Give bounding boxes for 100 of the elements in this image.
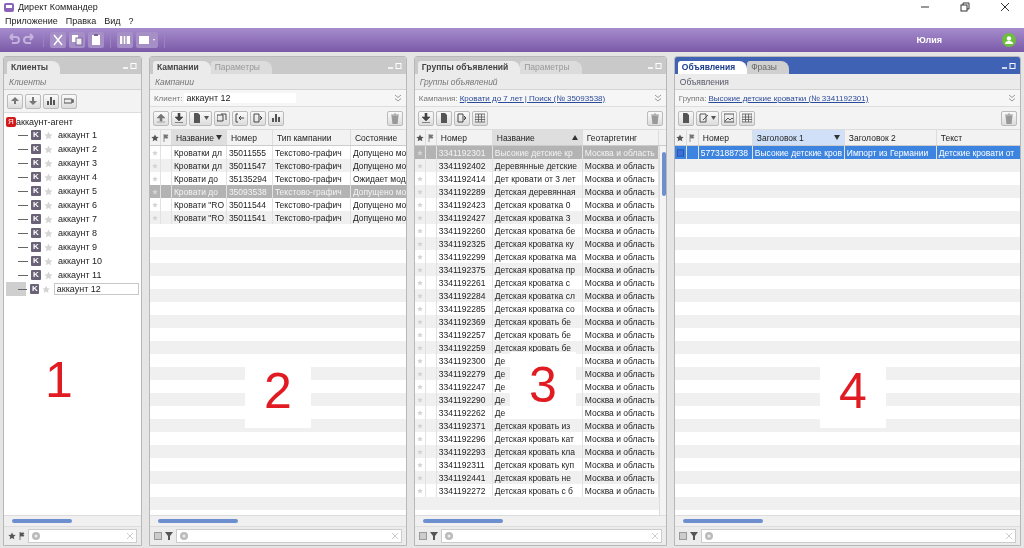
- column-header[interactable]: Состояние: [350, 130, 406, 145]
- toolbar-button[interactable]: [25, 93, 41, 109]
- toolbar-button[interactable]: [43, 93, 59, 109]
- star-icon[interactable]: [151, 161, 158, 170]
- column-header[interactable]: Номер: [436, 130, 493, 145]
- search-field[interactable]: [700, 529, 1016, 543]
- table-row[interactable]: 3341192369 Детская кровать бе Москва и область: [414, 315, 659, 328]
- flag-icon[interactable]: [689, 133, 696, 142]
- search-field[interactable]: [440, 529, 662, 543]
- tree-item[interactable]: аккаунт 11: [56, 270, 104, 280]
- layout-icon[interactable]: [136, 32, 158, 48]
- toolbar-button[interactable]: [61, 93, 77, 109]
- table-row[interactable]: 3341192375 Детская кроватка пр Москва и область: [414, 263, 659, 276]
- cut-icon[interactable]: [50, 32, 66, 48]
- star-icon[interactable]: [676, 133, 685, 142]
- window-controls-icon[interactable]: [1002, 61, 1016, 70]
- checkbox-icon[interactable]: [676, 147, 684, 158]
- status-icon[interactable]: [1002, 33, 1016, 47]
- star-icon[interactable]: [415, 133, 424, 142]
- tree-item[interactable]: аккаунт 9: [56, 242, 100, 252]
- toolbar-button[interactable]: [417, 110, 434, 126]
- toolbar-button[interactable]: [720, 110, 737, 126]
- star-icon[interactable]: [416, 187, 423, 196]
- star-icon[interactable]: [416, 382, 423, 391]
- search-field[interactable]: [175, 529, 402, 543]
- toolbar-button[interactable]: [170, 110, 187, 126]
- tab[interactable]: Группы объявлений: [417, 61, 521, 74]
- context-link[interactable]: Кровати до 7 лет | Поиск (№ 35093538): [459, 93, 606, 103]
- star-icon[interactable]: [44, 200, 53, 210]
- tab[interactable]: Клиенты: [7, 61, 61, 74]
- table-row[interactable]: 3341192289 Детская деревянная Москва и область: [414, 185, 659, 198]
- toolbar-button[interactable]: [188, 110, 212, 126]
- menu-item[interactable]: Приложение: [5, 16, 58, 26]
- search-field[interactable]: [28, 529, 137, 543]
- star-icon[interactable]: [416, 395, 423, 404]
- star-icon[interactable]: [151, 148, 158, 157]
- tree-item[interactable]: аккаунт 1: [56, 130, 100, 140]
- tree-item[interactable]: аккаунт 2: [56, 144, 100, 154]
- star-icon[interactable]: [44, 186, 53, 196]
- star-icon[interactable]: [416, 304, 423, 313]
- star-icon[interactable]: [44, 256, 53, 266]
- star-icon[interactable]: [416, 486, 423, 495]
- star-icon[interactable]: [44, 242, 53, 252]
- toolbar-button[interactable]: [7, 93, 23, 109]
- clear-icon[interactable]: [1006, 533, 1012, 539]
- star-icon[interactable]: [44, 144, 53, 154]
- table-row[interactable]: 3341192427 Детская кроватка 3 Москва и область: [414, 211, 659, 224]
- tree-item[interactable]: аккаунт 6: [56, 200, 100, 210]
- star-icon[interactable]: [416, 434, 423, 443]
- menu-item[interactable]: Вид: [104, 16, 121, 26]
- star-icon[interactable]: [416, 148, 423, 157]
- client-field[interactable]: аккаунт 12: [184, 93, 297, 103]
- star-icon[interactable]: [416, 252, 423, 261]
- column-header[interactable]: Заголовок 1: [752, 130, 845, 145]
- expand-icon[interactable]: [653, 94, 662, 102]
- column-header[interactable]: Название: [171, 130, 227, 145]
- flag-icon[interactable]: [162, 133, 169, 142]
- table-row[interactable]: 3341192325 Детская кроватка ку Москва и область: [414, 237, 659, 250]
- restore-icon[interactable]: [960, 2, 970, 12]
- undo-icon[interactable]: [6, 33, 20, 47]
- star-icon[interactable]: [416, 213, 423, 222]
- tab[interactable]: Объявления: [677, 61, 748, 74]
- table-row[interactable]: 3341192311 Детская кровать куп Москва и область: [414, 458, 659, 471]
- columns-icon[interactable]: [117, 32, 133, 48]
- star-icon[interactable]: [151, 200, 158, 209]
- star-icon[interactable]: [416, 291, 423, 300]
- tree-item[interactable]: аккаунт-агент: [16, 117, 73, 127]
- tree-item[interactable]: аккаунт 7: [56, 214, 100, 224]
- toolbar-button[interactable]: [695, 110, 719, 126]
- star-icon[interactable]: [44, 228, 53, 238]
- toolbar-button[interactable]: [435, 110, 452, 126]
- table-row[interactable]: 3341192402 Деревянные детские Москва и область: [414, 159, 659, 172]
- filter-icon[interactable]: [689, 532, 698, 540]
- menu-item[interactable]: ?: [128, 16, 134, 26]
- star-icon[interactable]: [416, 408, 423, 417]
- star-icon[interactable]: [416, 226, 423, 235]
- table-row[interactable]: 3341192371 Детская кровать из Москва и область: [414, 419, 659, 432]
- table-row[interactable]: 3341192257 Детская кровать бе Москва и область: [414, 328, 659, 341]
- clear-icon[interactable]: [651, 533, 658, 539]
- context-link[interactable]: Высокие детские кроватки (№ 3341192301): [708, 93, 869, 103]
- scrollbar[interactable]: [674, 515, 1020, 526]
- delete-button[interactable]: [386, 110, 403, 126]
- redo-icon[interactable]: [23, 33, 37, 47]
- star-icon[interactable]: [150, 133, 159, 142]
- toolbar-button[interactable]: [152, 110, 169, 126]
- star-icon[interactable]: [416, 317, 423, 326]
- delete-button[interactable]: [646, 110, 663, 126]
- paste-icon[interactable]: [88, 32, 104, 48]
- star-icon[interactable]: [42, 284, 51, 294]
- tree-item[interactable]: аккаунт 5: [56, 186, 100, 196]
- toolbar-button[interactable]: [249, 110, 266, 126]
- toolbar-button[interactable]: [213, 110, 230, 126]
- table-row[interactable]: 3341192293 Детская кровать кла Москва и область: [414, 445, 659, 458]
- menu-item[interactable]: Правка: [65, 16, 97, 26]
- star-icon[interactable]: [151, 174, 158, 183]
- toolbar-button[interactable]: [267, 110, 284, 126]
- table-row[interactable]: 3341192299 Детская кроватка ма Москва и область: [414, 250, 659, 263]
- table-row[interactable]: 3341192414 Дет кровати от 3 лет Москва и область: [414, 172, 659, 185]
- star-icon[interactable]: [416, 239, 423, 248]
- copy-icon[interactable]: [69, 32, 85, 48]
